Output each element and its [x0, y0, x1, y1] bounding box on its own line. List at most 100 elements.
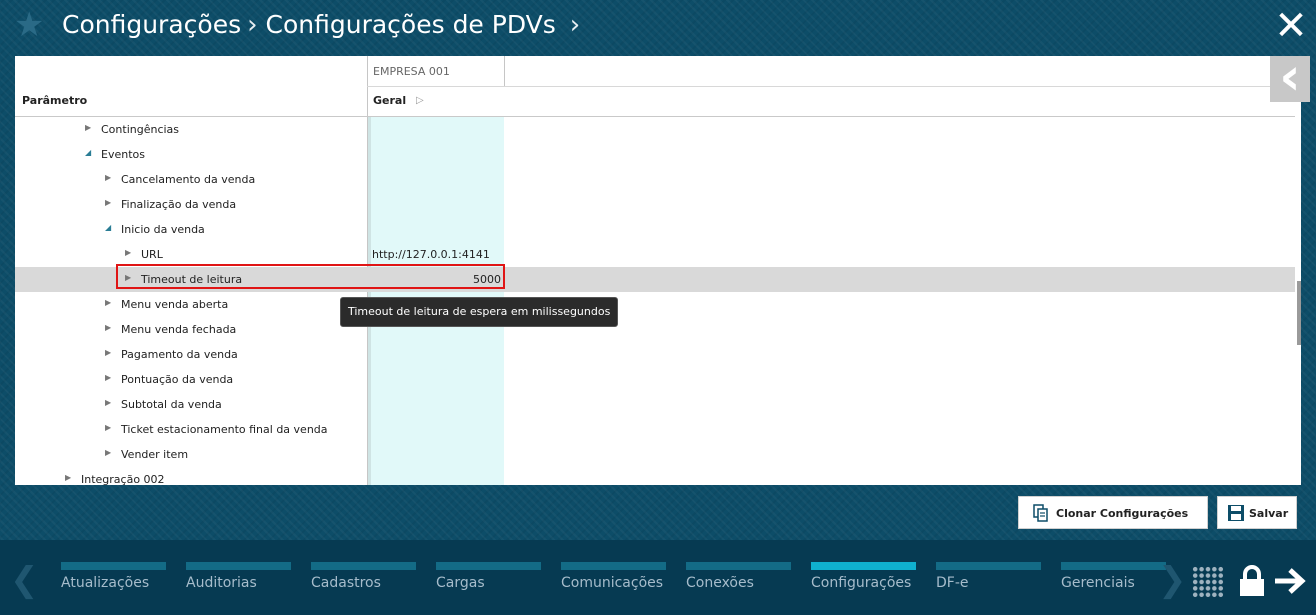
nav-tab[interactable]: Configurações — [811, 562, 916, 591]
nav-tab-label: Auditorias — [186, 575, 257, 591]
nav-tab-label: Gerenciais — [1061, 575, 1135, 591]
scrollbar-thumb[interactable] — [1297, 281, 1301, 345]
expand-arrow-icon[interactable]: ▶ — [105, 198, 111, 207]
expand-arrow-icon[interactable]: ▶ — [85, 123, 91, 132]
close-icon[interactable]: ✕ — [1274, 6, 1308, 46]
tree-row[interactable]: ▶ Pontuação da venda — [15, 367, 1295, 392]
tree-row-label: URL — [141, 248, 163, 261]
title-bar: ★ Configurações › Configurações de PDVs › ✕ — [0, 0, 1316, 54]
column-group-header: EMPRESA 001 — [373, 65, 450, 78]
tree-row[interactable]: ▶ Integração 002 — [15, 467, 1295, 485]
tree-row-label: Eventos — [101, 148, 145, 161]
nav-tab[interactable]: Conexões — [686, 562, 791, 591]
tree-row-value[interactable]: http://127.0.0.1:4141 — [372, 248, 490, 261]
tree-row-label: Vender item — [121, 448, 189, 461]
nav-tab-label: Configurações — [811, 575, 912, 591]
save-label: Salvar — [1249, 507, 1289, 520]
save-icon — [1228, 505, 1244, 521]
tree-row-label: Contingências — [101, 123, 180, 136]
expand-column-icon[interactable]: ▷ — [416, 95, 424, 106]
nav-tab-label: Comunicações — [561, 575, 664, 591]
nav-tab[interactable]: Cadastros — [311, 562, 416, 591]
chevron-left-icon[interactable]: ❮ — [10, 560, 39, 600]
selection-highlight — [116, 264, 505, 289]
nav-tab[interactable]: Gerenciais — [1061, 562, 1166, 591]
chevron-right-icon[interactable]: › — [570, 9, 580, 41]
tree-row-label: Finalização da venda — [121, 198, 237, 211]
tree-row[interactable]: ▶ Pagamento da venda — [15, 342, 1295, 367]
nav-tab-label: Cadastros — [311, 575, 381, 591]
clone-config-button[interactable]: Clonar Configurações — [1018, 496, 1208, 529]
nav-tab-label: Cargas — [436, 575, 485, 591]
tree-row[interactable]: ▶ Cancelamento da venda — [15, 167, 1295, 192]
expand-arrow-icon[interactable]: ▶ — [105, 298, 111, 307]
nav-tab[interactable]: Comunicações — [561, 562, 666, 591]
copy-icon — [1033, 504, 1048, 522]
chevron-left-icon[interactable]: ‹ — [1270, 51, 1310, 103]
param-column-header: Parâmetro — [22, 94, 88, 107]
tree-row-label: Inicio da venda — [121, 223, 205, 236]
expand-arrow-icon[interactable]: ▶ — [105, 373, 111, 382]
tree-row-label: Menu venda aberta — [121, 298, 229, 311]
nav-tab[interactable]: DF-e — [936, 562, 1041, 591]
nav-tab[interactable]: Cargas — [436, 562, 541, 591]
tree-row-label: Pagamento da venda — [121, 348, 238, 361]
breadcrumb: Configurações › Configurações de PDVs › — [62, 9, 588, 41]
chevron-right-icon[interactable]: ❯ — [1158, 560, 1187, 600]
tree-row-label: Pontuação da venda — [121, 373, 234, 386]
tree-row[interactable]: ◢ Eventos — [15, 142, 1295, 167]
nav-tab-indicator — [61, 562, 166, 570]
nav-tab-indicator — [311, 562, 416, 570]
nav-tab-indicator — [186, 562, 291, 570]
save-button[interactable]: Salvar — [1217, 496, 1297, 529]
nav-tab-indicator — [561, 562, 666, 570]
nav-tab-label: DF-e — [936, 575, 969, 591]
breadcrumb-item-configuracoes-pdvs[interactable]: Configurações de PDVs — [266, 10, 556, 39]
nav-tab-indicator — [686, 562, 791, 570]
collapse-arrow-icon[interactable]: ◢ — [105, 223, 111, 232]
expand-arrow-icon[interactable]: ▶ — [105, 348, 111, 357]
expand-arrow-icon[interactable]: ▶ — [65, 473, 71, 482]
expand-arrow-icon[interactable]: ▶ — [105, 423, 111, 432]
nav-tab-indicator — [1061, 562, 1166, 570]
nav-tab-label: Conexões — [686, 575, 754, 591]
tree-row[interactable]: ▶ Menu venda fechada — [15, 317, 1295, 342]
expand-arrow-icon[interactable]: ▶ — [125, 248, 131, 257]
tree-row[interactable]: ▶ Subtotal da venda — [15, 392, 1295, 417]
tooltip: Timeout de leitura de espera em milisseg… — [340, 297, 619, 327]
tree-row-label: Menu venda fechada — [121, 323, 237, 336]
tree-row[interactable]: ▶ Menu venda aberta — [15, 292, 1295, 317]
header-divider — [367, 86, 1295, 87]
collapse-arrow-icon[interactable]: ◢ — [85, 148, 91, 157]
tree-row-label: Ticket estacionamento final da venda — [121, 423, 328, 436]
nav-tab[interactable]: Atualizações — [61, 562, 166, 591]
lock-icon[interactable] — [1238, 565, 1266, 597]
chevron-right-icon: › — [247, 10, 258, 40]
column-divider — [504, 56, 505, 86]
expand-arrow-icon[interactable]: ▶ — [105, 173, 111, 182]
tree-row-label: Subtotal da venda — [121, 398, 222, 411]
tree-row[interactable]: ▶ Finalização da venda — [15, 192, 1295, 217]
scrollbar[interactable] — [1295, 56, 1301, 485]
expand-arrow-icon[interactable]: ▶ — [105, 323, 111, 332]
tree-row[interactable]: ◢ Inicio da venda — [15, 217, 1295, 242]
tree-row[interactable]: ▶ Ticket estacionamento final da venda — [15, 417, 1295, 442]
nav-tab[interactable]: Auditorias — [186, 562, 291, 591]
star-icon[interactable]: ★ — [14, 8, 44, 42]
breadcrumb-item-configuracoes[interactable]: Configurações — [62, 10, 241, 39]
tree-row[interactable]: ▶ Contingências — [15, 117, 1295, 142]
config-grid: EMPRESA 001 Parâmetro Geral ▷ ▶ Contingên… — [15, 56, 1295, 485]
tree-row-label: Cancelamento da venda — [121, 173, 256, 186]
nav-tab-indicator — [936, 562, 1041, 570]
nav-tab-indicator — [436, 562, 541, 570]
expand-arrow-icon[interactable]: ▶ — [105, 398, 111, 407]
expand-arrow-icon[interactable]: ▶ — [105, 448, 111, 457]
tree-row-label: Integração 002 — [81, 473, 165, 485]
clone-config-label: Clonar Configurações — [1056, 507, 1189, 520]
nav-tab-indicator — [811, 562, 916, 570]
nav-tab-label: Atualizações — [61, 575, 150, 591]
tree-row[interactable]: ▶ Vender item — [15, 442, 1295, 467]
value-column-header[interactable]: Geral — [373, 94, 406, 107]
apps-grid-icon[interactable] — [1192, 566, 1224, 598]
logout-arrow-icon[interactable] — [1273, 566, 1307, 596]
